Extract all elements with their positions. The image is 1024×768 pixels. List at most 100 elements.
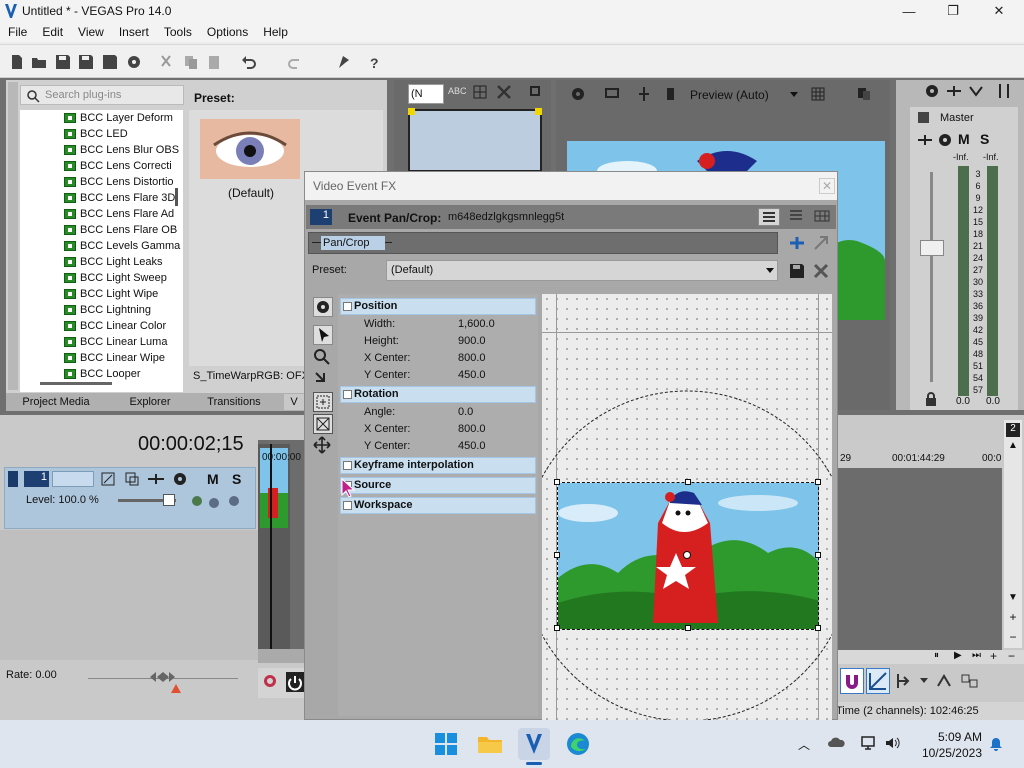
property-row[interactable]: Height: 900.0 [340,333,536,350]
lock-aspect-ratio-icon[interactable] [313,414,333,434]
lock-icon[interactable] [925,392,937,406]
loop-power-icon[interactable] [286,672,304,692]
preview-grid-icon[interactable] [810,86,826,102]
mixer-gear-icon[interactable] [924,83,940,99]
list-hscroll-thumb[interactable] [40,382,112,385]
zoom-out-horizontal-icon[interactable]: − [1008,649,1015,663]
tab-explorer[interactable]: Explorer [107,394,193,410]
list-item[interactable]: BCC Lens Blur OBS [20,142,183,158]
section-workspace[interactable]: Workspace [340,497,536,514]
render-icon[interactable] [101,53,119,71]
scroll-down-icon[interactable]: ▼ [1006,592,1020,606]
edge-browser-icon[interactable] [562,728,594,760]
close-button[interactable]: ✕ [976,0,1022,22]
settings-gear-icon[interactable] [313,297,333,317]
track-compositing-icon[interactable] [124,471,140,487]
redo-icon[interactable] [286,53,304,71]
trimmer-dropdown[interactable]: (N [408,84,444,104]
preview-properties-gear-icon[interactable] [570,86,586,102]
bus-fx-icon[interactable] [917,133,935,147]
crop-handle[interactable] [554,552,560,558]
cut-icon[interactable] [157,53,175,71]
list-item[interactable]: BCC Lens Flare Ad [20,206,183,222]
property-row[interactable]: Angle: 0.0 [340,404,536,421]
menu-edit[interactable]: Edit [34,22,70,42]
list-item[interactable]: BCC Light Wipe [20,286,183,302]
list-item[interactable]: BCC Linear Color [20,318,183,334]
menu-help[interactable]: Help [255,22,295,42]
plugin-list[interactable]: BCC Layer Deform BCC LED BCC Lens Blur O… [20,110,183,392]
scroll-up-icon[interactable]: ▲ [1006,440,1020,454]
crop-handle[interactable] [815,625,821,631]
zoom-in-horizontal-icon[interactable]: + [990,649,997,663]
crop-handle[interactable] [554,625,560,631]
track-blend-icons[interactable] [190,493,246,509]
auto-crossfade-icon[interactable] [866,668,890,694]
snapping-magnet-icon[interactable] [840,668,864,694]
master-fader-handle[interactable] [920,240,944,256]
whats-this-help-icon[interactable]: ? [366,53,384,71]
tab-transitions[interactable]: Transitions [196,394,272,410]
section-rotation[interactable]: Rotation [340,386,536,403]
save-icon[interactable] [54,53,72,71]
delete-x-icon[interactable] [496,84,512,100]
list-item[interactable]: BCC Lens Distortio [20,174,183,190]
list-item[interactable]: BCC Lightning [20,302,183,318]
next-frame-icon[interactable]: ▶ [954,650,962,661]
track-motion-icon[interactable] [100,471,116,487]
mute-button[interactable]: M [958,131,970,147]
enable-snapping-grid-icon[interactable] [313,392,333,412]
zoom-out-icon[interactable]: − [1006,630,1020,644]
property-row[interactable]: X Center: 800.0 [340,350,536,367]
property-row[interactable]: Y Center: 450.0 [340,367,536,384]
copy-icon[interactable] [182,53,200,71]
list-item[interactable]: BCC Linear Luma [20,334,183,350]
crop-handle[interactable] [815,552,821,558]
trimmer-tool-icon[interactable] [528,84,544,100]
chevron-down-icon[interactable] [790,92,798,97]
menu-insert[interactable]: Insert [111,22,156,42]
list-item[interactable]: BCC Looper [20,366,183,382]
remove-plugin-icon[interactable] [812,234,830,252]
menu-view[interactable]: View [70,22,111,42]
section-position[interactable]: Position [340,298,536,315]
timeline-hscroll[interactable] [258,649,304,663]
copy-snapshot-icon[interactable] [856,86,872,102]
track-gear-icon[interactable] [172,471,188,487]
zoom-tool-icon[interactable] [313,348,333,368]
zoom-in-icon[interactable]: + [1006,610,1020,624]
view-mode-list-icon[interactable] [758,208,780,226]
save-preset-icon[interactable] [788,262,806,280]
volume-speaker-icon[interactable] [884,735,902,751]
undo-icon[interactable] [240,53,258,71]
list-item[interactable]: BCC Layer Deform [20,110,183,126]
crop-handle[interactable] [815,479,821,485]
view-mode-detail-icon[interactable] [786,208,806,226]
section-keyframe-interpolation[interactable]: Keyframe interpolation [340,457,536,474]
normal-edit-tool-icon[interactable] [313,325,333,345]
list-item[interactable]: BCC Lens Flare OB [20,222,183,238]
track-fx-icon[interactable] [147,471,165,487]
external-monitor-icon[interactable] [604,86,620,102]
plugin-search-box[interactable]: Search plug-ins [20,85,184,105]
abc-icon[interactable]: ABC [448,86,467,100]
crop-handle[interactable] [554,479,560,485]
menu-file[interactable]: File [0,22,34,42]
rate-slider-handle[interactable] [150,671,176,683]
paste-icon[interactable] [205,53,223,71]
tab-project-media[interactable]: Project Media [10,394,102,410]
pause-icon[interactable]: ⏸ [934,650,939,661]
minimize-button[interactable]: — [886,0,932,22]
mixer-insert-icon[interactable] [946,83,962,99]
trimmer-preview[interactable] [408,109,542,172]
move-freely-icon[interactable] [313,436,333,456]
preset-thumbnail-eye[interactable] [200,119,300,179]
record-button-icon[interactable] [264,675,276,687]
plugin-chooser-icon[interactable] [788,234,806,252]
preset-dropdown[interactable]: (Default) [386,260,778,281]
view-mode-grid-icon[interactable] [812,208,832,226]
track-solo-button[interactable]: S [232,471,241,487]
grid-icon[interactable] [472,84,488,100]
mixer-faders-icon[interactable] [996,83,1012,99]
fx-chain-item-pan-crop[interactable]: Pan/Crop [312,236,392,250]
